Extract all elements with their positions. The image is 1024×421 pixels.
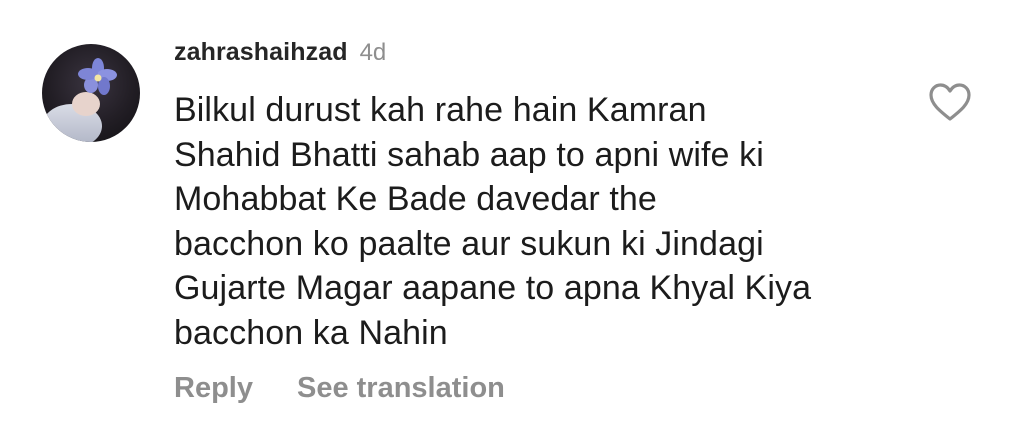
- comment-header: zahrashaihzad 4d: [174, 38, 894, 74]
- reply-button[interactable]: Reply: [174, 372, 253, 405]
- comment-body: zahrashaihzad 4d Bilkul durust kah rahe …: [174, 38, 894, 405]
- comment-text-line: Bilkul durust kah rahe hain Kamran: [174, 91, 707, 129]
- comment-text-line: bacchon ko paalte aur sukun ki Jindagi: [174, 224, 764, 263]
- comment-actions: Reply See translation: [174, 372, 894, 405]
- comment-item: zahrashaihzad 4d Bilkul durust kah rahe …: [0, 0, 1024, 421]
- comment-text-line: bacchon ka Nahin: [174, 313, 448, 352]
- username[interactable]: zahrashaihzad: [174, 38, 348, 67]
- avatar[interactable]: [42, 44, 140, 142]
- comment-text-line: Mohabbat Ke Bade davedar the: [174, 180, 657, 219]
- avatar-image: [42, 44, 140, 142]
- timestamp: 4d: [359, 39, 387, 66]
- like-button[interactable]: [928, 82, 972, 122]
- comment-text: Bilkul durust kah rahe hain Kamran Shahi…: [174, 88, 894, 356]
- see-translation-button[interactable]: See translation: [297, 372, 505, 405]
- heart-outline-icon: [929, 83, 971, 121]
- comment-text-line: Gujarte Magar aapane to apna Khyal Kiya: [174, 269, 812, 308]
- comment-text-line: Shahid Bhatti sahab aap to apni wife ki: [174, 135, 764, 174]
